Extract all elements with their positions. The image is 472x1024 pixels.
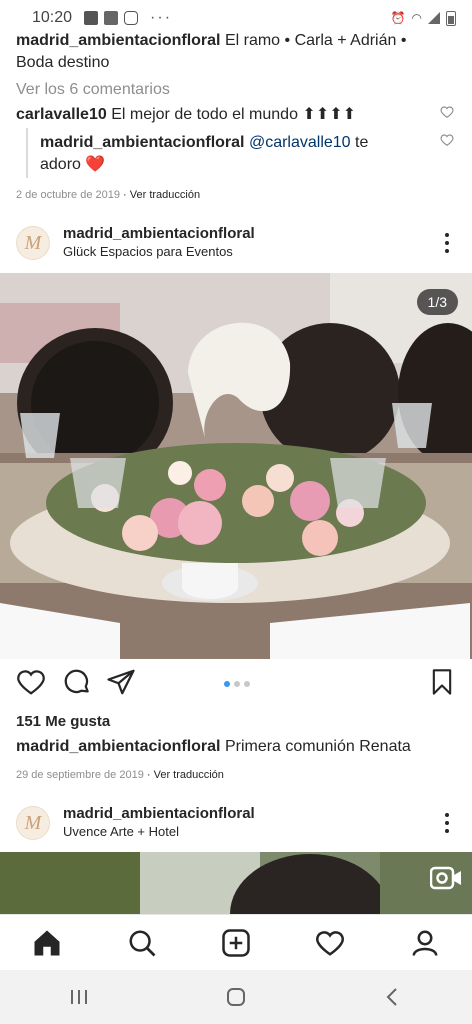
reply-user[interactable]: madrid_ambientacionfloral bbox=[40, 134, 245, 151]
comment-icon[interactable] bbox=[62, 667, 92, 697]
reply-thread-line bbox=[26, 128, 28, 178]
gallery-icon bbox=[84, 11, 99, 25]
recent-apps-icon[interactable] bbox=[67, 987, 91, 1007]
post-2-header: M madrid_ambientacionfloral Uvence Arte … bbox=[0, 794, 472, 852]
avatar[interactable]: M bbox=[16, 226, 50, 260]
post-1-header: M madrid_ambientacionfloral Glück Espaci… bbox=[0, 214, 472, 272]
table-centerpiece-photo bbox=[0, 273, 472, 659]
post-1-actions bbox=[0, 667, 472, 703]
prev-caption-user[interactable]: madrid_ambientacionfloral bbox=[16, 32, 221, 49]
comment-1: carlavalle10 El mejor de todo el mundo ⬆… bbox=[16, 104, 426, 126]
post-1-caption-text: Primera comunión Renata bbox=[220, 738, 411, 755]
prev-date-text: 2 de octubre de 2019 bbox=[16, 189, 120, 201]
profile-icon[interactable] bbox=[410, 928, 440, 958]
search-icon[interactable] bbox=[127, 928, 157, 958]
prev-caption: madrid_ambientacionfloral El ramo • Carl… bbox=[16, 30, 446, 74]
view-comments-link[interactable]: Ver los 6 comentarios bbox=[16, 79, 446, 101]
save-icon[interactable] bbox=[428, 667, 456, 697]
reply-comment: madrid_ambientacionfloral @carlavalle10 … bbox=[40, 132, 410, 176]
share-icon[interactable] bbox=[106, 667, 136, 697]
post-2-photo bbox=[0, 852, 472, 914]
more-notifications: ··· bbox=[150, 9, 173, 26]
post-1-username[interactable]: madrid_ambientacionfloral bbox=[63, 225, 255, 243]
like-icon[interactable] bbox=[16, 667, 46, 697]
post-2-username[interactable]: madrid_ambientacionfloral bbox=[63, 805, 255, 823]
post-1-caption: madrid_ambientacionfloral Primera comuni… bbox=[16, 736, 446, 758]
comment-1-text: El mejor de todo el mundo ⬆⬆⬆⬆ bbox=[106, 106, 357, 123]
prev-date: 2 de octubre de 2019 · Ver traducción bbox=[16, 184, 446, 206]
post-1-image[interactable]: 1/3 bbox=[0, 273, 472, 659]
post-1-translate-link[interactable]: · Ver traducción bbox=[144, 769, 224, 781]
carousel-counter: 1/3 bbox=[416, 289, 458, 315]
video-camera-icon bbox=[430, 866, 461, 890]
post-1-likes[interactable]: 151 Me gusta bbox=[16, 711, 446, 733]
post-1-more-icon[interactable] bbox=[444, 233, 450, 253]
wifi-icon: ◠ bbox=[411, 11, 422, 25]
signal-icon bbox=[428, 12, 440, 24]
post-1-date: 29 de septiembre de 2019 · Ver traducció… bbox=[16, 764, 446, 786]
app-s-icon bbox=[104, 11, 119, 25]
activity-icon[interactable] bbox=[315, 928, 345, 958]
status-time: 10:20 bbox=[32, 9, 73, 26]
post-1-location[interactable]: Glück Espacios para Eventos bbox=[63, 243, 255, 261]
post-1-date-text: 29 de septiembre de 2019 bbox=[16, 769, 144, 781]
carousel-dots bbox=[224, 681, 250, 687]
comment-1-user[interactable]: carlavalle10 bbox=[16, 106, 107, 123]
prev-translate-link[interactable]: · Ver traducción bbox=[120, 189, 200, 201]
post-1-caption-user[interactable]: madrid_ambientacionfloral bbox=[16, 738, 221, 755]
battery-icon bbox=[446, 10, 456, 26]
bottom-tab-bar bbox=[0, 914, 472, 970]
avatar[interactable]: M bbox=[16, 806, 50, 840]
post-2-image[interactable] bbox=[0, 852, 472, 914]
alarm-icon: ⏰ bbox=[390, 11, 406, 25]
post-2-more-icon[interactable] bbox=[444, 813, 450, 833]
home-button-icon[interactable] bbox=[224, 985, 248, 1009]
home-icon[interactable] bbox=[32, 928, 62, 958]
reply-mention[interactable]: @carlavalle10 bbox=[245, 134, 351, 151]
reply-like-icon[interactable] bbox=[440, 133, 454, 147]
comment-1-like-icon[interactable] bbox=[440, 105, 454, 119]
back-icon[interactable] bbox=[381, 985, 405, 1009]
post-2-location[interactable]: Uvence Arte + Hotel bbox=[63, 823, 255, 841]
status-icons: ⏰ ◠ bbox=[390, 10, 456, 26]
system-nav-bar bbox=[0, 970, 472, 1024]
add-icon[interactable] bbox=[221, 928, 251, 958]
instagram-icon bbox=[124, 11, 139, 25]
